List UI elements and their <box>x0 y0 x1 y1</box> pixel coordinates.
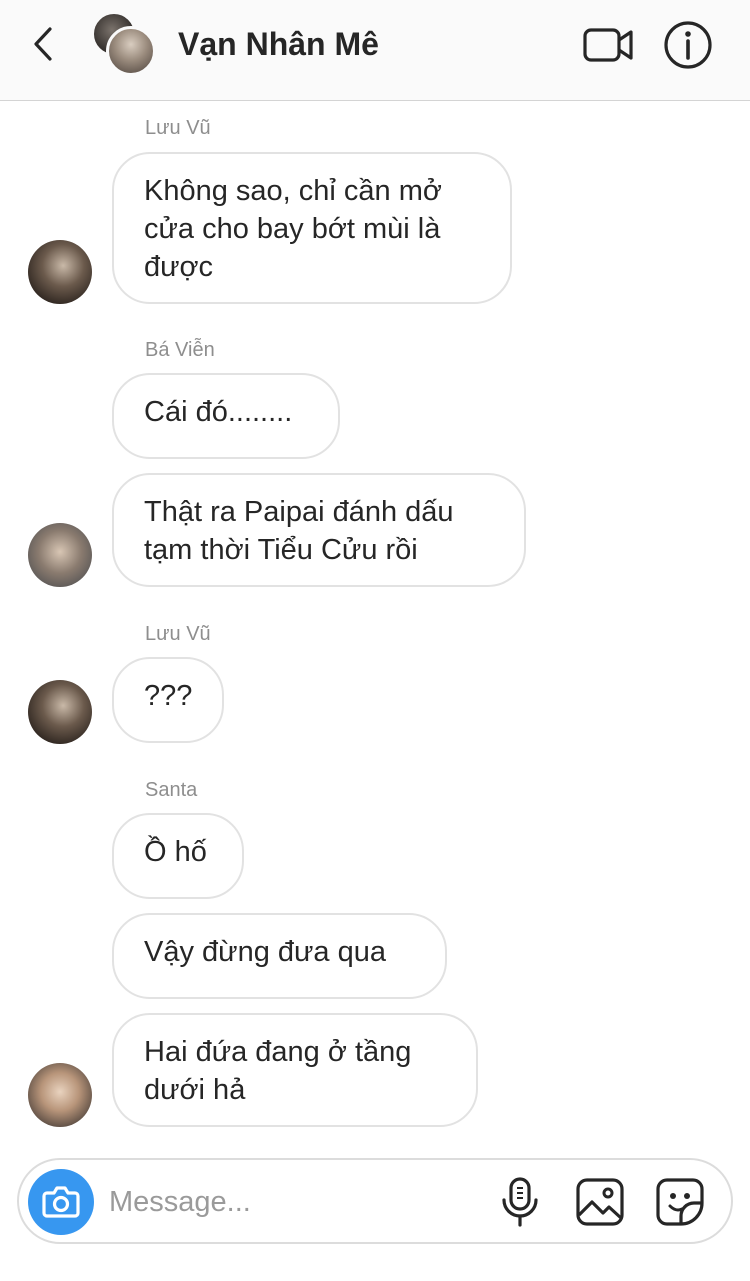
message-bubble[interactable]: Hai đứa đang ở tầng dưới hả <box>112 1013 478 1127</box>
image-icon <box>576 1178 624 1226</box>
avatar <box>106 26 156 76</box>
video-camera-icon <box>583 28 633 62</box>
message-input[interactable] <box>109 1180 489 1224</box>
avatar[interactable] <box>28 680 92 744</box>
sticker-icon <box>656 1178 704 1226</box>
sender-name: Lưu Vũ <box>145 117 211 139</box>
sender-name: Lưu Vũ <box>145 623 211 645</box>
message-bubble[interactable]: Không sao, chỉ cần mở cửa cho bay bớt mù… <box>112 152 512 304</box>
sender-name: Santa <box>145 779 198 801</box>
microphone-icon <box>502 1177 538 1227</box>
message-bubble[interactable]: ??? <box>112 657 224 743</box>
voice-message-button[interactable] <box>499 1176 541 1228</box>
message-bubble[interactable]: Ồ hố <box>112 813 244 899</box>
info-button[interactable] <box>663 20 713 70</box>
back-button[interactable] <box>28 24 62 64</box>
chat-header: Vạn Nhân Mê <box>0 0 750 101</box>
message-bubble[interactable]: Vậy đừng đưa qua <box>112 913 447 999</box>
gallery-button[interactable] <box>575 1177 625 1227</box>
message-bubble[interactable]: Cái đó........ <box>112 373 340 459</box>
camera-button[interactable] <box>28 1169 94 1235</box>
chevron-left-icon <box>34 27 52 61</box>
avatar[interactable] <box>28 523 92 587</box>
sticker-button[interactable] <box>655 1177 705 1227</box>
group-avatar[interactable] <box>92 12 158 78</box>
sender-name: Bá Viễn <box>145 339 215 361</box>
video-call-button[interactable] <box>583 25 635 65</box>
message-composer <box>17 1158 733 1244</box>
info-icon <box>664 21 712 69</box>
avatar[interactable] <box>28 1063 92 1127</box>
avatar[interactable] <box>28 240 92 304</box>
chat-title[interactable]: Vạn Nhân Mê <box>178 22 379 66</box>
camera-icon <box>42 1186 80 1218</box>
message-bubble[interactable]: Thật ra Paipai đánh dấu tạm thời Tiểu Cử… <box>112 473 526 587</box>
